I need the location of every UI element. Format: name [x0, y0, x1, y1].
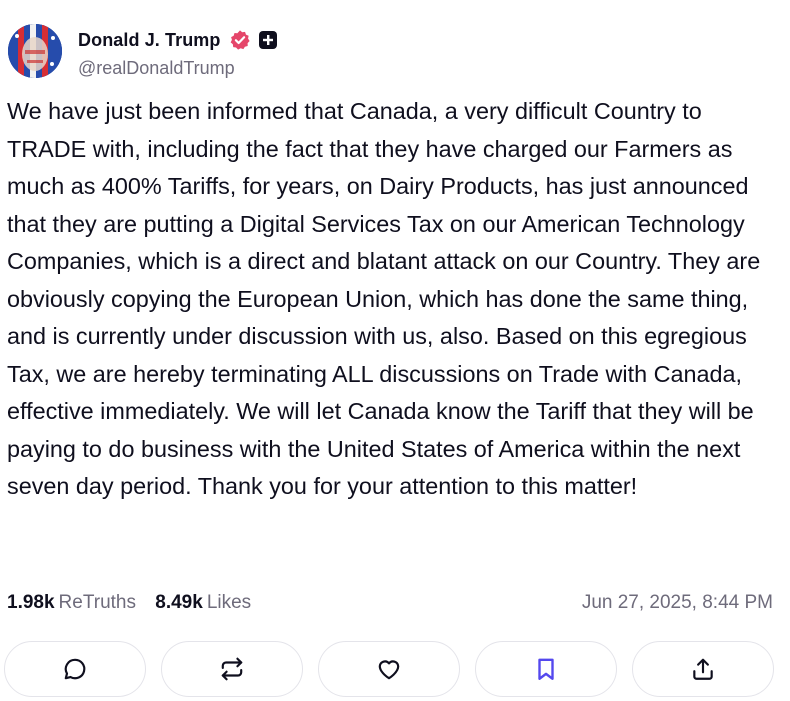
likes-count: 8.49k — [155, 592, 203, 613]
retruths-count: 1.98k — [7, 592, 55, 613]
post-header: Donald J. Trump @realDonaldTrump — [8, 24, 768, 82]
retruth-button[interactable] — [161, 641, 303, 697]
bookmark-icon — [538, 658, 554, 680]
action-bar — [4, 641, 778, 701]
post-body-text: We have just been informed that Canada, … — [7, 98, 761, 499]
author-handle[interactable]: @realDonaldTrump — [78, 58, 277, 79]
reply-button[interactable] — [4, 641, 146, 697]
author-display-name[interactable]: Donald J. Trump — [78, 30, 221, 51]
author-info: Donald J. Trump @realDonaldTrump — [78, 28, 277, 79]
retruths-label: ReTruths — [58, 592, 136, 613]
comment-icon — [64, 658, 86, 680]
post-timestamp[interactable]: Jun 27, 2025, 8:44 PM — [582, 592, 773, 614]
heart-icon — [378, 660, 400, 680]
avatar-image — [8, 24, 62, 78]
like-button[interactable] — [318, 641, 460, 697]
share-icon — [693, 658, 713, 680]
likes-label: Likes — [206, 592, 252, 613]
verified-badge-icon — [229, 29, 251, 51]
post-meta: 1.98k ReTruths 8.49k Likes Jun 27, 2025, 8… — [7, 592, 773, 620]
bookmark-button[interactable] — [475, 641, 617, 697]
avatar[interactable] — [8, 24, 62, 78]
likes-stat[interactable]: 8.49k Likes — [155, 592, 251, 614]
retruths-stat[interactable]: 1.98k ReTruths — [7, 592, 136, 614]
retruth-icon — [221, 657, 243, 681]
plus-badge-icon — [258, 31, 277, 49]
share-button[interactable] — [632, 641, 774, 697]
